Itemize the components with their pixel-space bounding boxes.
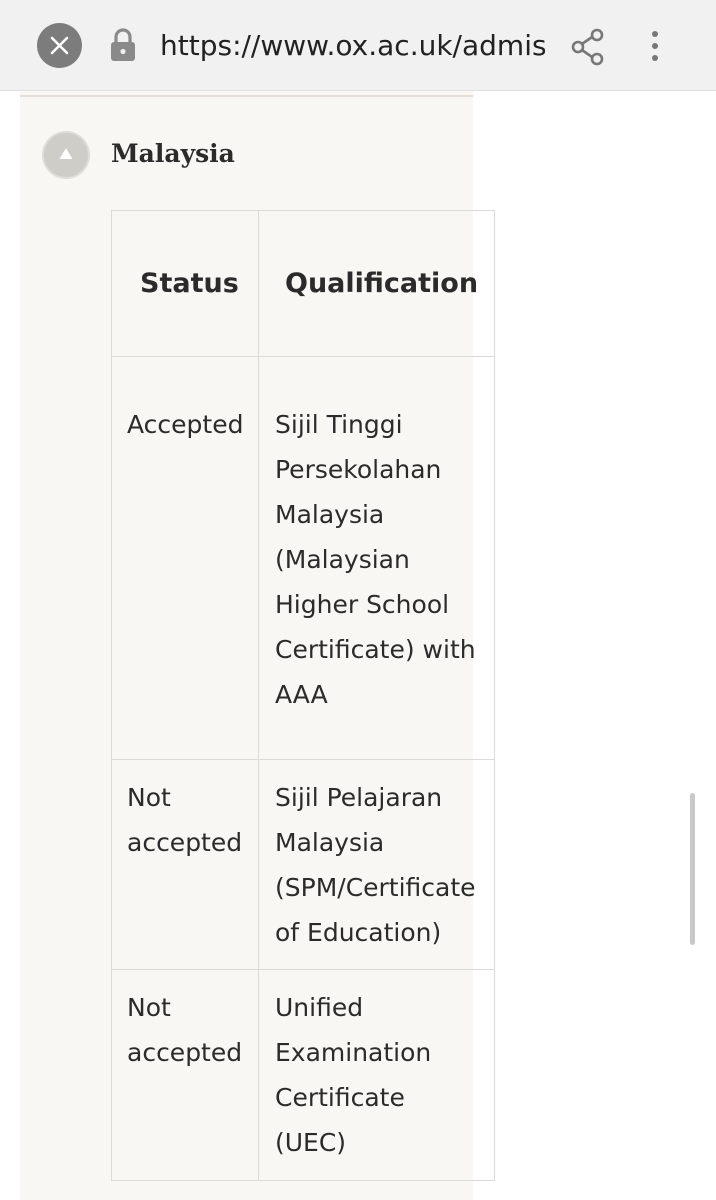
column-header-qualification: Qualification bbox=[258, 210, 495, 357]
table-header-row: Status Qualification bbox=[111, 210, 495, 357]
qualification-text: (Malaysian bbox=[275, 545, 410, 574]
share-icon[interactable] bbox=[570, 27, 610, 67]
qualification-cell: Sijil Tinggi Persekolahan Malaysia (Mala… bbox=[258, 356, 495, 760]
qualification-text: Persekolahan bbox=[275, 455, 442, 484]
status-text: accepted bbox=[127, 828, 243, 857]
triangle-up-icon bbox=[59, 148, 73, 159]
qualification-text: (UEC) bbox=[275, 1128, 347, 1157]
qualification-cell: Sijil Pelajaran Malaysia (SPM/Certificat… bbox=[258, 759, 495, 970]
qualification-text: Sijil Pelajaran bbox=[275, 783, 443, 812]
column-header-status: Status bbox=[111, 210, 259, 357]
more-vertical-icon[interactable] bbox=[640, 27, 670, 67]
status-cell: Accepted bbox=[111, 356, 259, 760]
qualifications-table: Status Qualification Accepted Sijil Ting… bbox=[111, 210, 495, 1181]
qualification-cell: Unified Examination Certificate (UEC) bbox=[258, 969, 495, 1181]
section-title[interactable]: Malaysia bbox=[111, 135, 235, 173]
divider bbox=[20, 95, 473, 97]
status-cell: Not accepted bbox=[111, 759, 259, 970]
qualification-text: Certificate bbox=[275, 1083, 405, 1112]
qualification-text: Sijil Tinggi bbox=[275, 410, 403, 439]
qualification-text: (SPM/Certificate bbox=[275, 873, 476, 902]
close-icon bbox=[50, 36, 69, 55]
qualification-text: AAA bbox=[275, 680, 328, 709]
lock-icon bbox=[111, 28, 135, 61]
table-row: Accepted Sijil Tinggi Persekolahan Malay… bbox=[111, 356, 495, 760]
status-cell: Not accepted bbox=[111, 969, 259, 1181]
table-row: Not accepted Unified Examination Certifi… bbox=[111, 969, 495, 1181]
qualification-text: Unified bbox=[275, 993, 364, 1022]
qualification-text: Malaysia bbox=[275, 500, 385, 529]
status-text: accepted bbox=[127, 1038, 243, 1067]
qualification-text: Examination bbox=[275, 1038, 432, 1067]
qualification-text: of Education) bbox=[275, 918, 442, 947]
qualification-text: Malaysia bbox=[275, 828, 385, 857]
table-row: Not accepted Sijil Pelajaran Malaysia (S… bbox=[111, 759, 495, 970]
status-text: Accepted bbox=[127, 410, 244, 439]
qualification-text: Certificate) with bbox=[275, 635, 476, 664]
url-bar[interactable]: https://www.ox.ac.uk/admiss bbox=[160, 26, 545, 66]
accordion-toggle-button[interactable] bbox=[44, 133, 88, 177]
close-button[interactable] bbox=[37, 23, 82, 68]
qualification-text: Higher School bbox=[275, 590, 450, 619]
browser-toolbar: https://www.ox.ac.uk/admiss bbox=[0, 0, 716, 91]
status-text: Not bbox=[127, 783, 171, 812]
scrollbar[interactable] bbox=[690, 793, 695, 945]
status-text: Not bbox=[127, 993, 171, 1022]
